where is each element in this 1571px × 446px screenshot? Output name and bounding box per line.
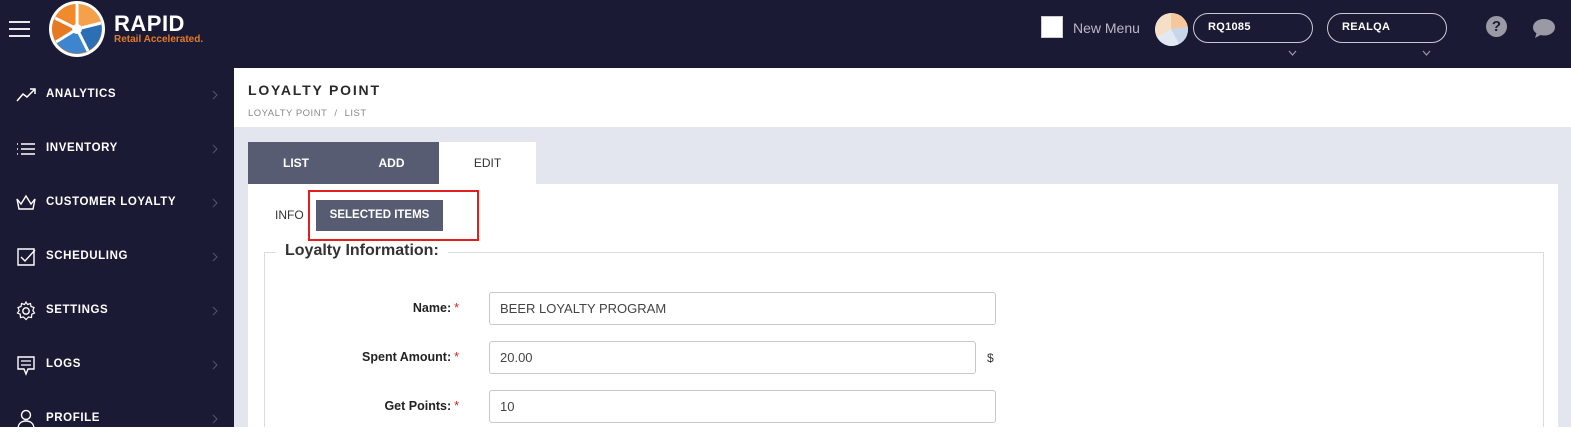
required-marker: * [454,399,459,413]
sidebar-item-label: PROFILE [46,412,101,424]
chevron-right-icon [212,360,218,370]
sidebar-item-label: SCHEDULING [46,250,129,262]
sidebar-item-label: CUSTOMER LOYALTY [46,196,177,208]
breadcrumb: LOYALTY POINT / LIST [248,108,367,119]
chevron-down-icon[interactable] [1288,49,1297,58]
highlight-box [308,190,479,241]
tab-bar: LIST ADD EDIT [248,142,1558,184]
get-points-field[interactable] [489,390,996,423]
breadcrumb-root-link[interactable]: LOYALTY POINT [248,108,327,119]
sidebar-item-logs[interactable]: LOGS [0,338,234,392]
sidebar-item-label: INVENTORY [46,142,118,154]
name-field[interactable] [489,292,996,325]
chevron-right-icon [212,306,218,316]
tab-list[interactable]: LIST [248,142,344,184]
spent-amount-field[interactable] [489,341,976,374]
sidebar-item-label: LOGS [46,358,81,370]
spent-amount-label: Spent Amount: * [229,350,459,364]
store-selector[interactable]: RQ1085 [1193,13,1313,43]
chevron-right-icon [212,90,218,100]
list-icon [17,143,35,155]
sidebar-item-inventory[interactable]: INVENTORY [0,122,234,176]
new-menu-label: New Menu [1073,20,1140,36]
sidebar-item-scheduling[interactable]: SCHEDULING [0,230,234,284]
new-menu-checkbox[interactable] [1041,16,1063,38]
subtab-info[interactable]: INFO [275,208,304,222]
page-header: LOYALTY POINT LOYALTY POINT / LIST [234,68,1571,127]
env-selector[interactable]: REALQA [1327,13,1447,43]
sidebar-item-customer-loyalty[interactable]: CUSTOMER LOYALTY [0,176,234,230]
log-icon [17,356,35,376]
fieldset-legend: Loyalty Information: [276,242,448,260]
crown-icon [16,194,36,210]
sidebar: ANALYTICS INVENTORY CUSTOMER LOYALTY SCH… [0,68,234,430]
name-label-text: Name: [412,301,452,315]
chat-icon[interactable] [1532,17,1556,39]
sidebar-item-label: ANALYTICS [46,88,117,100]
chevron-right-icon [212,414,218,424]
required-marker: * [454,350,459,364]
sidebar-item-analytics[interactable]: ANALYTICS [0,68,234,122]
sidebar-item-profile[interactable]: PROFILE [0,392,234,446]
get-points-label: Get Points: * [229,399,459,413]
breadcrumb-separator: / [334,108,338,119]
chart-line-icon [16,88,36,102]
breadcrumb-current: LIST [344,108,367,119]
currency-unit: $ [987,351,994,365]
chevron-down-icon[interactable] [1422,49,1431,58]
sidebar-item-label: SETTINGS [46,304,109,316]
calendar-check-icon [17,248,36,266]
gear-icon [16,300,36,321]
get-points-label-text: Get Points: [384,399,452,413]
spent-amount-label-text: Spent Amount: [362,350,452,364]
hamburger-icon[interactable] [9,21,30,37]
chevron-right-icon [212,198,218,208]
brand-tagline: Retail Accelerated. [114,34,204,45]
sidebar-item-settings[interactable]: SETTINGS [0,284,234,338]
tab-edit[interactable]: EDIT [439,142,536,184]
rapid-logo-icon[interactable] [48,0,106,58]
top-bar: RAPID Retail Accelerated. New Menu RQ108… [0,0,1571,68]
page-title: LOYALTY POINT [248,82,381,98]
name-label: Name: * [229,301,459,315]
chevron-right-icon [212,252,218,262]
chevron-right-icon [212,144,218,154]
required-marker: * [454,301,459,315]
avatar[interactable] [1155,13,1188,46]
help-icon[interactable]: ? [1486,16,1507,37]
tab-add[interactable]: ADD [344,142,439,184]
